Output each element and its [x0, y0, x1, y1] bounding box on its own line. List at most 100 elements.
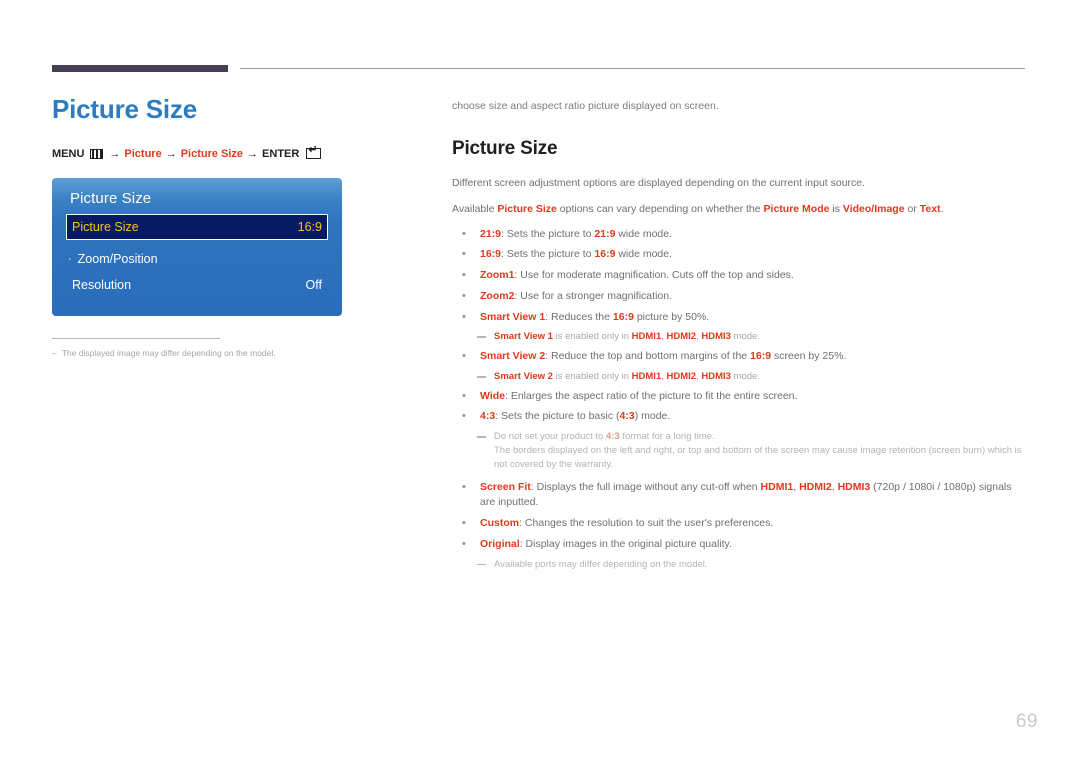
option-desc-a: : Enlarges the aspect ratio of the pictu… [505, 389, 798, 402]
option-term: Smart View 1 [480, 310, 546, 323]
option-desc-b: ) mode. [634, 410, 671, 423]
menu-path-item-picture[interactable]: Picture [124, 148, 161, 160]
osd-row-resolution[interactable]: Resolution Off [66, 272, 328, 298]
osd-row-value: Off [305, 277, 322, 292]
osd-submenu-dot-icon: · [68, 252, 72, 265]
option-term: Custom [480, 517, 520, 530]
subnote-smart-view-1: Smart View 1 is enabled only in HDMI1, H… [452, 330, 1028, 344]
list-item-16-9: 16:9: Sets the picture to 16:9 wide mode… [452, 246, 1028, 263]
subnote-term: Smart View 2 [494, 370, 553, 382]
option-term: Wide [480, 389, 505, 402]
para2-term-text: Text [919, 202, 941, 215]
option-desc-a: : Changes the resolution to suit the use… [519, 517, 774, 530]
header-divider-line [240, 68, 1025, 69]
option-term: Smart View 2 [480, 350, 546, 363]
option-term: 4:3 [480, 410, 496, 423]
list-item-smart-view-1: Smart View 1: Reduces the 16:9 picture b… [452, 309, 1028, 326]
picture-size-options-list: 21:9: Sets the picture to 21:9 wide mode… [452, 226, 1028, 572]
left-column: Picture Size MENU → Picture → Picture Si… [52, 95, 412, 359]
subnote-hdmi2: HDMI2 [666, 370, 697, 382]
option-desc-a: : Sets the picture to [501, 227, 595, 240]
page-title: Picture Size [52, 94, 197, 124]
right-column: choose size and aspect ratio picture dis… [452, 99, 1028, 576]
list-item-custom: Custom: Changes the resolution to suit t… [452, 515, 1028, 532]
menu-grid-icon [90, 148, 104, 159]
option-hdmi1: HDMI1 [760, 480, 794, 493]
subnote-hdmi2: HDMI2 [666, 331, 697, 343]
list-item-4-3: 4:3: Sets the picture to basic (4:3) mod… [452, 408, 1028, 425]
option-desc-a: : Use for a stronger magnification. [514, 289, 672, 302]
option-term: 21:9 [480, 227, 502, 240]
header-accent-bar [52, 65, 228, 72]
option-desc-a: : Reduces the [545, 310, 613, 323]
menu-path-item-picture-size[interactable]: Picture Size [181, 148, 243, 160]
list-item-zoom1: Zoom1: Use for moderate magnification. C… [452, 267, 1028, 284]
para2-term-picture-size: Picture Size [497, 202, 557, 215]
para2-term-picture-mode: Picture Mode [763, 202, 830, 215]
list-item-screen-fit: Screen Fit: Displays the full image with… [452, 479, 1028, 512]
para2-seg-a: Available [452, 202, 498, 215]
subnote-hdmi3: HDMI3 [701, 331, 731, 343]
left-footnote: – The displayed image may differ dependi… [52, 348, 412, 359]
subnote-lead-b: format for a long time. [619, 431, 715, 443]
subnote-term: Smart View 1 [494, 331, 553, 343]
list-item-wide: Wide: Enlarges the aspect ratio of the p… [452, 388, 1028, 405]
osd-row-label: Resolution [72, 277, 132, 292]
option-desc-em: 16:9 [594, 248, 616, 261]
para2-seg-i: . [940, 202, 944, 215]
option-desc-em: 21:9 [594, 227, 616, 240]
option-desc-b: wide mode. [615, 248, 673, 261]
menu-path-menu-label: MENU [52, 147, 85, 160]
subnote-tail: mode. [730, 331, 760, 343]
option-desc-b: wide mode. [615, 227, 673, 240]
option-term: 16:9 [480, 248, 502, 261]
list-item-original: Original: Display images in the original… [452, 536, 1028, 553]
para2-seg-e: is [829, 202, 843, 215]
menu-path-arrow-3: → [247, 147, 259, 160]
menu-navigation-path: MENU → Picture → Picture Size → ENTER [52, 145, 412, 160]
paragraph-available-options: Available Picture Size options can vary … [452, 202, 1028, 218]
subnote-mid: is enabled only in [552, 370, 632, 382]
footnote-text: The displayed image may differ depending… [61, 347, 276, 358]
option-desc-a: : Sets the picture to basic ( [495, 410, 620, 423]
subnote-available-ports: Available ports may differ depending on … [452, 558, 1028, 572]
option-term: Zoom1 [480, 269, 515, 282]
list-item-smart-view-2: Smart View 2: Reduce the top and bottom … [452, 348, 1028, 365]
page-number: 69 [1015, 711, 1038, 732]
section-title: Picture Size [452, 137, 558, 159]
option-hdmi2: HDMI2 [799, 480, 832, 493]
option-term: Zoom2 [480, 289, 515, 302]
option-desc-a: : Use for moderate magnification. Cuts o… [514, 269, 794, 282]
menu-path-enter-label: ENTER [262, 147, 300, 160]
subnote-hdmi1: HDMI1 [631, 331, 662, 343]
option-term: Screen Fit [480, 480, 531, 493]
osd-row-label: Zoom/Position [77, 251, 158, 266]
subnote-ports-wrapper: Available ports may differ depending on … [452, 558, 1028, 572]
intro-text: choose size and aspect ratio picture dis… [452, 100, 719, 112]
para2-seg-g: or [904, 202, 920, 215]
osd-row-zoom-position[interactable]: · Zoom/Position [66, 246, 328, 272]
subnote-lead-a: Do not set your product to [494, 431, 606, 443]
option-term: Original [480, 537, 520, 550]
option-desc-b: picture by 50%. [633, 310, 710, 323]
option-desc-b: screen by 25%. [771, 350, 847, 363]
option-desc-a: : Display images in the original picture… [519, 537, 732, 550]
option-desc-a: : Reduce the top and bottom margins of t… [545, 350, 751, 363]
option-desc-em: 4:3 [619, 410, 635, 423]
subnote-hdmi3: HDMI3 [701, 370, 731, 382]
osd-row-value: 16:9 [297, 219, 322, 234]
para2-seg-c: options can vary depending on whether th… [556, 202, 764, 215]
osd-row-label: Picture Size [72, 219, 139, 234]
osd-row-label-group: · Zoom/Position [68, 252, 158, 266]
osd-row-picture-size[interactable]: Picture Size 16:9 [66, 213, 328, 240]
subnote-mid: is enabled only in [552, 331, 632, 343]
list-item-21-9: 21:9: Sets the picture to 21:9 wide mode… [452, 226, 1028, 243]
subnote-smart-view-1-wrapper: Smart View 1 is enabled only in HDMI1, H… [452, 330, 1028, 344]
subnote-4-3-wrapper: Do not set your product to 4:3 format fo… [452, 430, 1028, 471]
subnote-em-4-3: 4:3 [605, 431, 620, 443]
enter-key-icon [306, 145, 322, 160]
para2-term-video-image: Video/Image [842, 202, 905, 215]
option-desc-a: : Displays the full image without any cu… [530, 480, 761, 493]
subnote-body: The borders displayed on the left and ri… [494, 444, 1022, 470]
option-desc-em: 16:9 [750, 350, 772, 363]
